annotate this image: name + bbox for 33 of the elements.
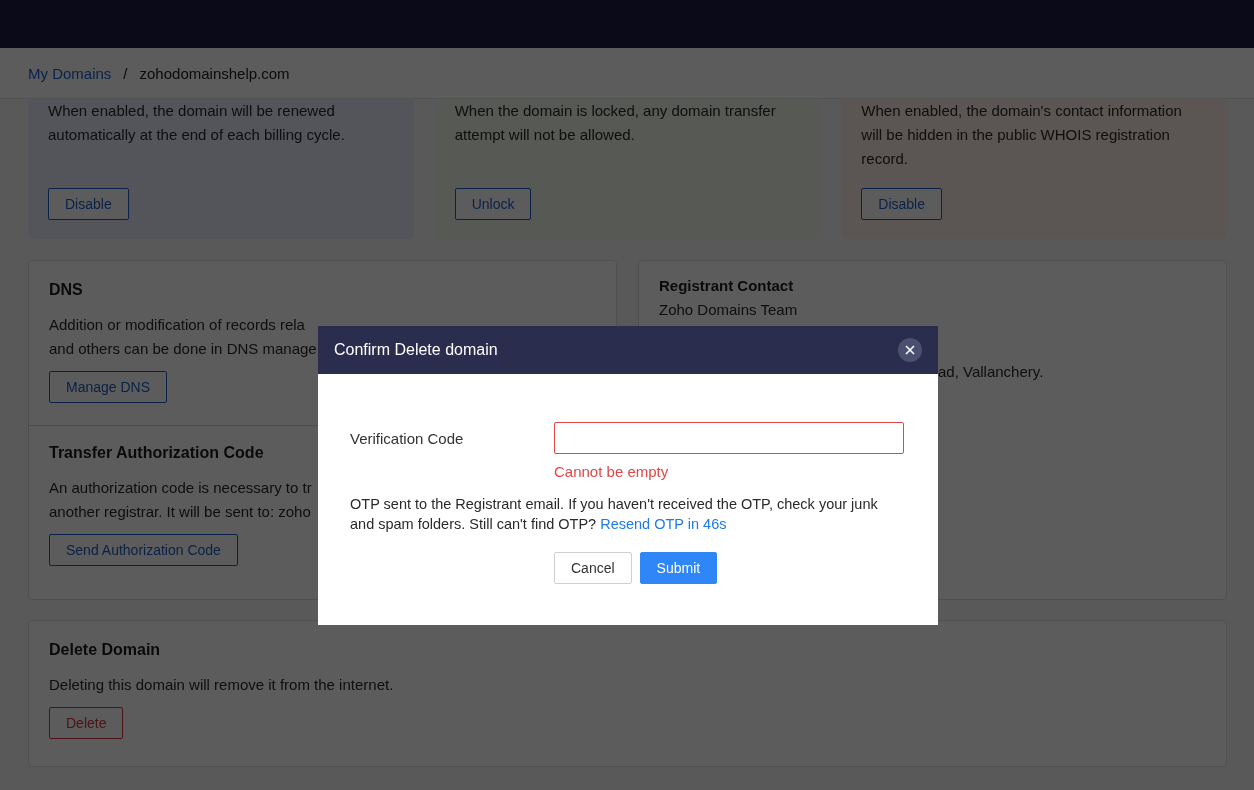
card-button[interactable]: Unlock	[454, 188, 532, 220]
card-description: When enabled, the domain will be renewed automatically at the end of each billing cycle.	[48, 101, 346, 145]
otp-message: OTP sent to the Registrant email. If you haven't received the OTP, check your junk and spam folders. Still can't find OTP? Resend OTP in 46s	[350, 495, 879, 534]
delete-button[interactable]: Delete	[49, 707, 124, 739]
card-description: When enabled, the domain's contact information will be hidden in the public WHOIS registration record.	[861, 101, 1183, 169]
section-title: Transfer Authorization Code	[49, 444, 265, 462]
resend-otp-link[interactable]: Resend OTP in 46s	[600, 516, 727, 532]
cancel-button[interactable]: Cancel	[554, 552, 632, 584]
breadcrumb-link[interactable]: My Domains	[28, 64, 112, 82]
section-title: Delete Domain	[49, 641, 162, 659]
breadcrumb-current: zohodomainshelp.com	[139, 64, 290, 82]
section-text: another registrar. It will be sent to: zoho	[49, 502, 311, 522]
close-button[interactable]	[898, 338, 922, 362]
close-icon	[905, 345, 915, 355]
contact-text: Zoho Domains Team	[659, 300, 798, 320]
section-button[interactable]: Send Authorization Code	[49, 534, 238, 566]
section-button[interactable]: Manage DNS	[49, 371, 168, 403]
error-message: Cannot be empty	[554, 463, 670, 480]
section-text: Addition or modification of records rela	[49, 315, 305, 335]
section-text: An authorization code is necessary to tr	[49, 478, 312, 498]
breadcrumb-separator: /	[123, 64, 128, 82]
field-label: Verification Code	[350, 429, 465, 447]
verification-code-field[interactable]	[554, 422, 904, 454]
section-text: and others can be done in DNS manage	[49, 339, 317, 359]
contact-text: ad, Vallanchery.	[938, 362, 1044, 382]
card-button[interactable]: Disable	[861, 188, 943, 220]
section-title: DNS	[49, 281, 84, 299]
section-text: Deleting this domain will remove it from the internet.	[49, 675, 395, 695]
card-button[interactable]: Disable	[48, 188, 129, 220]
submit-button[interactable]: Submit	[639, 552, 718, 584]
card-description: When the domain is locked, any domain transfer attempt will not be allowed.	[454, 101, 777, 145]
section-title: Registrant Contact	[659, 277, 794, 294]
dialog-title: Confirm Delete domain	[334, 341, 498, 359]
